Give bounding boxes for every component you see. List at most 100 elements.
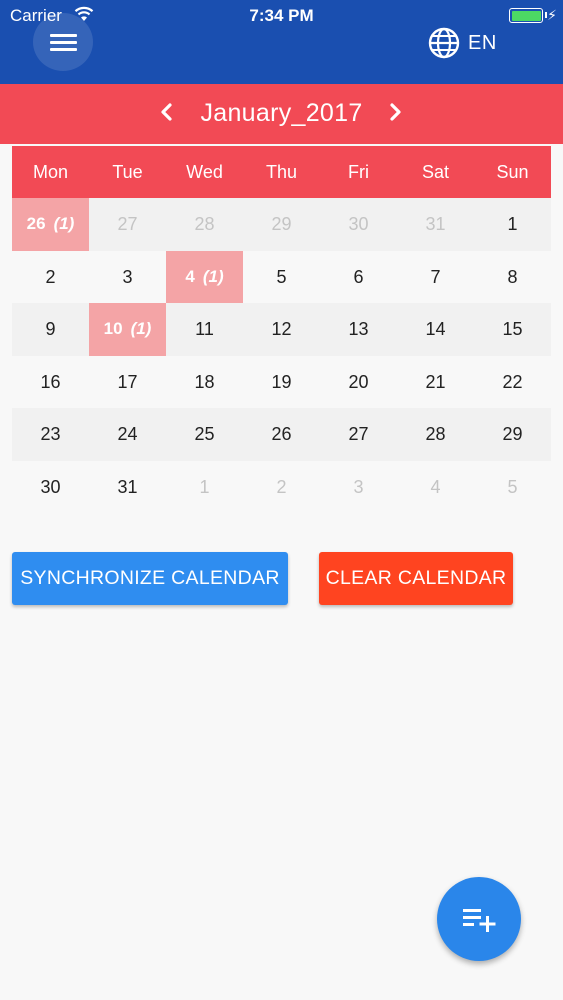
event-count-badge: (1) bbox=[202, 266, 224, 286]
day-number: 5 bbox=[276, 266, 287, 287]
day-number: 1 bbox=[507, 214, 518, 234]
calendar-week-row: 30 31 1 2 3 4 5 bbox=[12, 460, 551, 514]
language-selector[interactable]: EN bbox=[428, 27, 497, 59]
day-number: 26 bbox=[271, 424, 292, 444]
calendar-day-with-event[interactable]: 10 (1) bbox=[89, 303, 166, 356]
calendar-day[interactable]: 3 bbox=[89, 251, 166, 304]
calendar-day[interactable]: 9 bbox=[12, 303, 89, 356]
day-number: 4 bbox=[430, 476, 441, 497]
day-number: 19 bbox=[271, 371, 292, 392]
add-event-fab[interactable] bbox=[437, 877, 521, 961]
calendar-day[interactable]: 5 bbox=[243, 251, 320, 304]
calendar-week-row: 26 (1) 27 28 29 30 31 1 bbox=[12, 198, 551, 251]
day-number: 9 bbox=[45, 319, 56, 339]
calendar-day[interactable]: 19 bbox=[243, 356, 320, 409]
day-number: 12 bbox=[271, 319, 292, 339]
day-number: 11 bbox=[195, 319, 214, 339]
weekday-label: Sat bbox=[421, 162, 450, 182]
calendar-day[interactable]: 12 bbox=[243, 303, 320, 356]
calendar-day[interactable]: 23 bbox=[12, 408, 89, 461]
app-screen: Carrier 7:34 PM ⚡ EN January_2017 Mon Tu… bbox=[0, 0, 563, 1000]
calendar-day[interactable]: 24 bbox=[89, 408, 166, 461]
calendar-day[interactable]: 30 bbox=[12, 461, 89, 514]
language-label: EN bbox=[468, 31, 497, 54]
day-number: 7 bbox=[430, 266, 441, 287]
calendar-day[interactable]: 29 bbox=[243, 198, 320, 251]
calendar-day[interactable]: 31 bbox=[397, 198, 474, 251]
calendar-day[interactable]: 25 bbox=[166, 408, 243, 461]
day-number: 28 bbox=[425, 424, 446, 444]
day-number: 29 bbox=[271, 214, 292, 234]
day-number: 30 bbox=[348, 214, 369, 234]
calendar-day[interactable]: 6 bbox=[320, 251, 397, 304]
day-number: 22 bbox=[502, 371, 523, 392]
battery-icon bbox=[509, 8, 543, 23]
day-number: 30 bbox=[40, 476, 61, 497]
calendar-day[interactable]: 27 bbox=[89, 198, 166, 251]
event-count-badge: (1) bbox=[53, 214, 75, 233]
app-header: Carrier 7:34 PM ⚡ EN bbox=[0, 0, 563, 84]
day-number: 13 bbox=[348, 319, 369, 339]
charging-icon: ⚡ bbox=[547, 7, 557, 23]
day-number: 5 bbox=[507, 476, 518, 497]
weekday-label: Thu bbox=[265, 162, 298, 182]
calendar-day[interactable]: 8 bbox=[474, 251, 551, 304]
day-number: 1 bbox=[199, 476, 210, 497]
calendar-day-with-event[interactable]: 26 (1) bbox=[12, 198, 89, 251]
hamburger-icon[interactable] bbox=[33, 13, 93, 71]
day-number: 6 bbox=[353, 266, 364, 287]
calendar-day[interactable]: 4 bbox=[397, 461, 474, 514]
calendar-day[interactable]: 31 bbox=[89, 461, 166, 514]
day-number: 28 bbox=[194, 214, 215, 234]
day-number: 2 bbox=[276, 476, 287, 497]
calendar-day[interactable]: 7 bbox=[397, 251, 474, 304]
day-number: 2 bbox=[45, 266, 56, 287]
calendar-day[interactable]: 22 bbox=[474, 356, 551, 409]
synchronize-calendar-button[interactable]: SYNCHRONIZE CALENDAR bbox=[12, 552, 288, 605]
calendar-day[interactable]: 14 bbox=[397, 303, 474, 356]
calendar-day[interactable]: 28 bbox=[397, 408, 474, 461]
weekday-label: Tue bbox=[112, 162, 143, 182]
day-number: 31 bbox=[425, 214, 446, 234]
calendar-week-row: 16 17 18 19 20 21 22 bbox=[12, 355, 551, 409]
day-number: 27 bbox=[348, 424, 369, 444]
calendar-day[interactable]: 13 bbox=[320, 303, 397, 356]
calendar-day[interactable]: 30 bbox=[320, 198, 397, 251]
calendar-day[interactable]: 2 bbox=[12, 251, 89, 304]
calendar-week-row: 2 3 4 (1) 5 6 7 8 bbox=[12, 250, 551, 304]
calendar-day[interactable]: 5 bbox=[474, 461, 551, 514]
day-number: 21 bbox=[425, 371, 446, 392]
calendar-day[interactable]: 29 bbox=[474, 408, 551, 461]
clear-calendar-button[interactable]: CLEAR CALENDAR bbox=[319, 552, 513, 605]
calendar-day[interactable]: 18 bbox=[166, 356, 243, 409]
day-number: 14 bbox=[425, 319, 446, 339]
calendar-day[interactable]: 15 bbox=[474, 303, 551, 356]
chevron-right-icon[interactable] bbox=[386, 98, 406, 126]
calendar-day[interactable]: 21 bbox=[397, 356, 474, 409]
calendar-day[interactable]: 26 bbox=[243, 408, 320, 461]
calendar-day[interactable]: 27 bbox=[320, 408, 397, 461]
calendar-day[interactable]: 11 bbox=[166, 303, 243, 356]
calendar-day[interactable]: 1 bbox=[474, 198, 551, 251]
calendar-day[interactable]: 20 bbox=[320, 356, 397, 409]
day-number: 16 bbox=[40, 371, 61, 392]
day-number: 23 bbox=[40, 424, 61, 444]
calendar-day[interactable]: 1 bbox=[166, 461, 243, 514]
day-number: 27 bbox=[117, 214, 138, 234]
weekday-header: Mon Tue Wed Thu Fri Sat Sun bbox=[12, 146, 551, 198]
calendar-day[interactable]: 2 bbox=[243, 461, 320, 514]
calendar-day[interactable]: 28 bbox=[166, 198, 243, 251]
weekday-label: Wed bbox=[186, 162, 223, 182]
calendar-day-with-event[interactable]: 4 (1) bbox=[166, 250, 243, 303]
day-number: 10 bbox=[103, 319, 123, 338]
day-number: 3 bbox=[353, 476, 364, 497]
event-count-badge: (1) bbox=[130, 319, 152, 338]
calendar-day[interactable]: 16 bbox=[12, 356, 89, 409]
weekday-label: Sun bbox=[496, 162, 529, 182]
calendar-week-row: 23 24 25 26 27 28 29 bbox=[12, 408, 551, 461]
globe-icon bbox=[428, 27, 460, 59]
day-number: 25 bbox=[194, 424, 215, 444]
day-number: 26 bbox=[26, 214, 46, 233]
calendar-day[interactable]: 17 bbox=[89, 356, 166, 409]
calendar-day[interactable]: 3 bbox=[320, 461, 397, 514]
